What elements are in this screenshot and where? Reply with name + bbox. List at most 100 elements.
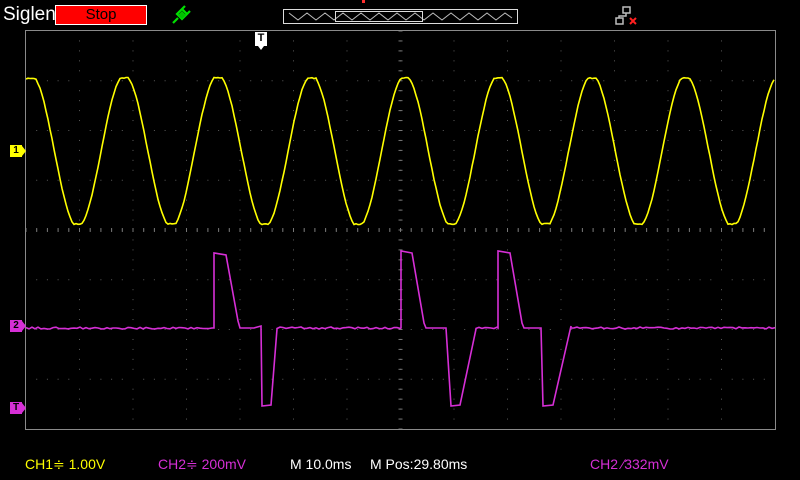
grid-dot [668,249,669,250]
grid-dot [79,269,80,270]
grid-dot [122,80,123,81]
grid-dot [614,120,615,121]
grid-dot [454,220,455,221]
grid-dot [272,329,273,330]
grid-dot [593,379,594,380]
grid-dot [507,339,508,340]
grid-dot [186,140,187,141]
grid-dot [550,279,551,280]
trigger-position-marker[interactable]: T [255,32,267,46]
grid-dot [721,349,722,350]
trigger-status-label[interactable]: CH2 ∕332mV [590,456,669,472]
grid-dot [293,100,294,101]
grid-dot [250,80,251,81]
grid-dot [100,279,101,280]
grid-dot [261,279,262,280]
grid-dot [347,70,348,71]
grid-dot [614,269,615,270]
grid-dot [721,409,722,410]
grid-dot [218,180,219,181]
grid-dot [143,80,144,81]
grid-dot [133,140,134,141]
grid-dot [668,220,669,221]
grid-dot [464,279,465,280]
grid-dot [133,150,134,151]
grid-dot [753,130,754,131]
grid-dot [240,50,241,51]
ch1-scale-label[interactable]: CH1≑ 1.00V [25,456,105,473]
grid-dot [721,289,722,290]
ch1-offset-marker[interactable]: 1 [10,145,22,157]
grid-dot [165,180,166,181]
memory-depth-bar[interactable] [283,9,518,24]
grid-dot [668,419,669,420]
grid-dot [36,180,37,181]
grid-dot [571,279,572,280]
grid-dot [561,150,562,151]
grid-dot [79,319,80,320]
grid-dot [186,239,187,240]
grid-dot [710,180,711,181]
waveform-display[interactable] [25,30,776,430]
grid-dot [47,180,48,181]
grid-dot [293,389,294,390]
grid-dot [293,200,294,201]
grid-dot [100,130,101,131]
grid-dot [293,160,294,161]
ch2-offset-marker[interactable]: 2 [10,320,22,332]
ch2-scale-label[interactable]: CH2≑ 200mV [158,456,246,473]
trigger-position-tip [258,46,264,50]
grid-dot [133,190,134,191]
grid-dot [133,349,134,350]
grid-dot [721,120,722,121]
grid-dot [646,180,647,181]
timebase-label[interactable]: M 10.0ms [290,456,351,472]
grid-dot [614,309,615,310]
grid-dot [411,279,412,280]
grid-dot [325,130,326,131]
grid-dot [646,80,647,81]
grid-dot [68,130,69,131]
grid-dot [133,170,134,171]
grid-dot [454,239,455,240]
grid-dot [614,299,615,300]
grid-dot [90,80,91,81]
grid-dot [561,40,562,41]
grid-dot [721,200,722,201]
grid-dot [133,100,134,101]
grid-dot [368,329,369,330]
grid-dot [347,309,348,310]
grid-dot [111,379,112,380]
grid-dot [133,60,134,61]
grid-dot [143,279,144,280]
grid-dot [454,339,455,340]
grid-dot [154,80,155,81]
grid-dot [240,60,241,61]
grid-dot [293,349,294,350]
grid-dot [635,379,636,380]
grid-dot [742,279,743,280]
grid-dot [368,379,369,380]
run-stop-button[interactable]: Stop [55,5,147,25]
grid-dot [475,130,476,131]
grid-dot [79,100,80,101]
grid-dot [668,70,669,71]
grid-dot [347,349,348,350]
memory-view-window[interactable] [335,11,423,22]
grid-dot [293,319,294,320]
grid-dot [625,379,626,380]
trigger-level-marker[interactable]: T [10,402,22,414]
grid-dot [368,80,369,81]
grid-dot [507,150,508,151]
grid-dot [432,279,433,280]
grid-dot [454,359,455,360]
grid-dot [293,249,294,250]
grid-dot [293,309,294,310]
grid-dot [336,379,337,380]
grid-dot [721,150,722,151]
grid-dot [133,249,134,250]
horizontal-position-label[interactable]: M Pos:29.80ms [370,456,467,472]
grid-dot [79,160,80,161]
grid-dot [293,210,294,211]
grid-dot [240,289,241,290]
